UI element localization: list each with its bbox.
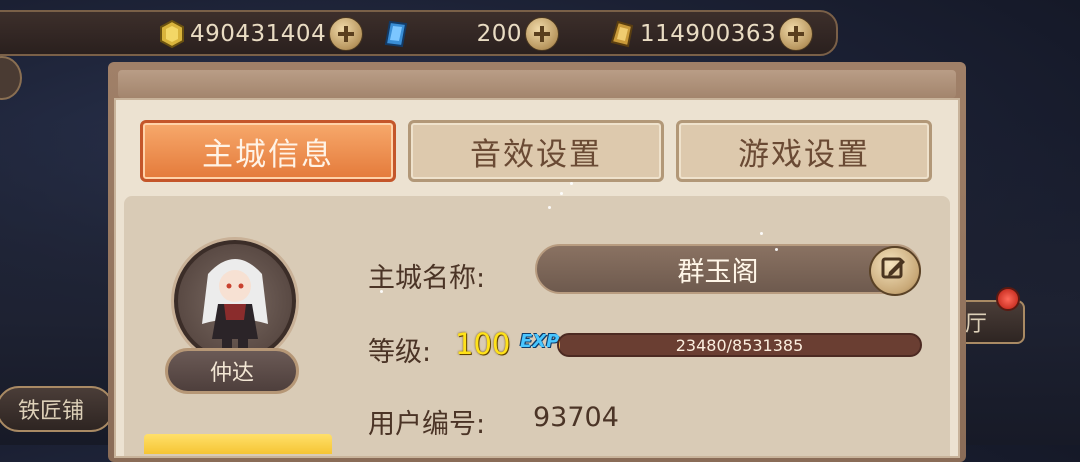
level-value: 100 bbox=[455, 327, 511, 361]
hall-label: 厅 bbox=[965, 312, 988, 337]
add-crystal-button[interactable] bbox=[779, 17, 814, 51]
exp-progress-bar: 23480/8531385 bbox=[557, 333, 922, 357]
exp-progress-text: 23480/8531385 bbox=[675, 335, 804, 355]
gold-coin-icon bbox=[160, 20, 184, 48]
city-name-value: 群玉阁 bbox=[677, 256, 759, 288]
notification-dot bbox=[996, 287, 1020, 311]
city-name-label: 主城名称: bbox=[368, 263, 486, 294]
city-name-field: 群玉阁 bbox=[535, 244, 921, 294]
exp-tag: EXP bbox=[520, 331, 560, 352]
panel-header-strip bbox=[118, 70, 956, 98]
side-menu-button[interactable] bbox=[0, 56, 22, 100]
crystal-amount: 114900363 bbox=[640, 21, 777, 47]
tab-city-info-label: 主城信息 bbox=[202, 136, 334, 173]
user-id-value: 93704 bbox=[533, 402, 619, 433]
yellow-action-button[interactable] bbox=[144, 434, 332, 454]
tab-city-info[interactable]: 主城信息 bbox=[140, 120, 396, 182]
currency-gold: 490431404 bbox=[160, 16, 364, 52]
sparkle-effect bbox=[775, 248, 778, 251]
currency-gem: 200 bbox=[384, 16, 559, 52]
sparkle-effect bbox=[548, 206, 551, 209]
gem-amount: 200 bbox=[476, 21, 522, 47]
sparkle-effect bbox=[760, 232, 763, 235]
edit-icon bbox=[881, 257, 905, 279]
sparkle-effect bbox=[560, 192, 563, 195]
character-name-plate: 仲达 bbox=[165, 348, 299, 394]
user-id-label: 用户编号: bbox=[368, 409, 486, 440]
edit-city-name-button[interactable] bbox=[869, 246, 921, 296]
gold-amount: 490431404 bbox=[190, 21, 327, 47]
tab-game-settings-label: 游戏设置 bbox=[738, 136, 870, 173]
tab-sound-settings-label: 音效设置 bbox=[470, 136, 602, 173]
add-gold-button[interactable] bbox=[329, 17, 364, 51]
add-gem-button[interactable] bbox=[525, 17, 559, 51]
character-name: 仲达 bbox=[209, 361, 254, 386]
character-portrait-icon bbox=[202, 259, 268, 352]
blacksmith-button[interactable]: 铁匠铺 bbox=[0, 386, 114, 432]
tab-sound-settings[interactable]: 音效设置 bbox=[408, 120, 664, 182]
sparkle-effect bbox=[570, 182, 573, 185]
currency-crystal: 114900363 bbox=[610, 16, 814, 52]
level-label: 等级: bbox=[368, 337, 432, 368]
gold-crystal-icon bbox=[610, 20, 634, 48]
tab-game-settings[interactable]: 游戏设置 bbox=[676, 120, 932, 182]
avatar[interactable] bbox=[174, 240, 296, 362]
sparkle-effect bbox=[380, 290, 383, 293]
blacksmith-label: 铁匠铺 bbox=[18, 399, 85, 424]
blue-gem-icon bbox=[384, 20, 408, 48]
